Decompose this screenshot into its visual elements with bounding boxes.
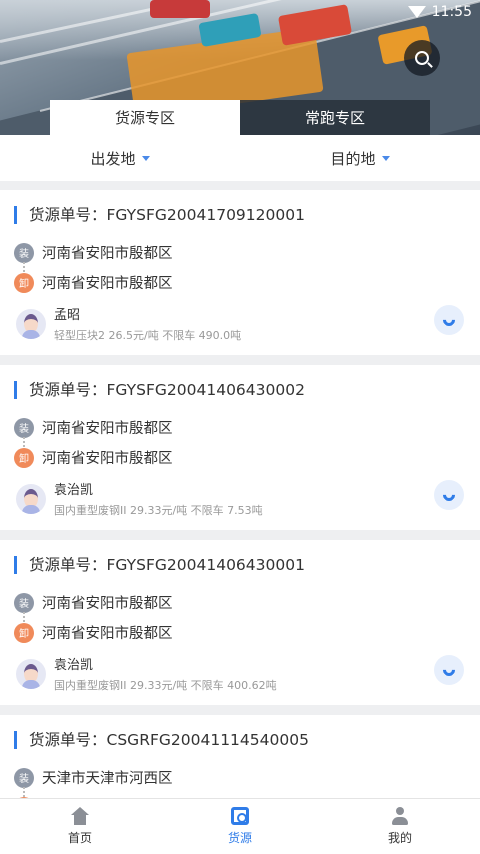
caret-down-icon	[381, 155, 390, 161]
status-time: 11:55	[431, 4, 472, 20]
truck-image	[150, 0, 210, 18]
cargo-list: 货源单号：FGYSFG20041709120001 装 河南省安阳市殷都区 卸 …	[0, 190, 480, 798]
nav-home[interactable]: 首页	[0, 799, 160, 854]
nav-cargo[interactable]: 货源	[160, 799, 320, 854]
tab-regular-route-zone[interactable]: 常跑专区	[240, 100, 430, 135]
unload-address: 卸 河南省安阳市殷都区	[14, 447, 173, 468]
cargo-id: 货源单号：FGYSFG20041709120001	[14, 206, 305, 224]
nav-profile-label: 我的	[387, 831, 412, 845]
load-address-text: 河南省安阳市殷都区	[42, 246, 173, 262]
cargo-id-prefix: 货源单号：	[29, 731, 107, 749]
load-badge: 装	[14, 417, 34, 438]
route-connector	[23, 437, 25, 447]
shipper-name: 孟昭	[54, 308, 81, 323]
unload-address-text: 河南省安阳市殷都区	[42, 626, 173, 642]
cargo-id-prefix: 货源单号：	[29, 556, 107, 574]
tab-cargo-zone[interactable]: 货源专区	[50, 100, 240, 135]
avatar	[16, 308, 46, 339]
route-connector	[23, 262, 25, 272]
unload-badge: 卸	[14, 272, 34, 293]
cargo-id: 货源单号：FGYSFG20041406430002	[14, 381, 305, 399]
origin-filter-label: 出发地	[90, 149, 136, 168]
shipper-name: 袁治凯	[54, 658, 94, 673]
cargo-id-value: FGYSFG20041406430001	[106, 556, 305, 574]
load-badge: 装	[14, 242, 34, 263]
cargo-description: 轻型压块2 26.5元/吨 不限车 490.0吨	[54, 329, 242, 342]
load-address-text: 天津市天津市河西区	[42, 771, 173, 787]
cargo-id-prefix: 货源单号：	[29, 206, 107, 224]
route-connector	[23, 612, 25, 622]
cargo-card[interactable]: 货源单号：FGYSFG20041709120001 装 河南省安阳市殷都区 卸 …	[0, 190, 480, 355]
unload-address-text: 河南省安阳市殷都区	[42, 276, 173, 292]
unload-address: 卸 河南省安阳市殷都区	[14, 622, 173, 643]
profile-icon	[391, 807, 409, 825]
load-address: 装 河南省安阳市殷都区	[14, 242, 173, 263]
cargo-id-prefix: 货源单号：	[29, 381, 107, 399]
cargo-id: 货源单号：CSGRFG20041114540005	[14, 731, 309, 749]
wifi-icon	[407, 6, 426, 18]
load-address: 装 河南省安阳市殷都区	[14, 592, 173, 613]
cargo-icon	[231, 807, 249, 825]
origin-filter[interactable]: 出发地	[0, 135, 240, 181]
search-icon	[415, 51, 429, 65]
cargo-description: 国内重型废钢II 29.33元/吨 不限车 400.62吨	[54, 679, 277, 692]
cargo-card[interactable]: 货源单号：FGYSFG20041406430002 装 河南省安阳市殷都区 卸 …	[0, 365, 480, 530]
shipper-info: 孟昭 轻型压块2 26.5元/吨 不限车 490.0吨	[16, 304, 241, 343]
status-bar: 11:55	[407, 4, 472, 20]
avatar	[16, 483, 46, 514]
unload-address: 卸 河南省安阳市殷都区	[14, 272, 173, 293]
load-badge: 装	[14, 592, 34, 613]
cargo-card[interactable]: 货源单号：FGYSFG20041406430001 装 河南省安阳市殷都区 卸 …	[0, 540, 480, 705]
phone-icon	[440, 486, 458, 504]
call-button[interactable]	[434, 305, 464, 335]
shipper-info: 袁治凯 国内重型废钢II 29.33元/吨 不限车 400.62吨	[16, 654, 277, 693]
caret-down-icon	[141, 155, 150, 161]
cargo-id-value: FGYSFG20041406430002	[106, 381, 305, 399]
shipper-info: 袁治凯 国内重型废钢II 29.33元/吨 不限车 7.53吨	[16, 479, 263, 518]
cargo-id-value: CSGRFG20041114540005	[106, 731, 309, 749]
nav-profile[interactable]: 我的	[320, 799, 480, 854]
unload-badge: 卸	[14, 447, 34, 468]
unload-address-text: 河南省安阳市殷都区	[42, 451, 173, 467]
unload-badge: 卸	[14, 622, 34, 643]
call-button[interactable]	[434, 480, 464, 510]
destination-filter[interactable]: 目的地	[240, 135, 480, 181]
home-icon	[71, 807, 89, 825]
shipper-name: 袁治凯	[54, 483, 94, 498]
phone-icon	[440, 661, 458, 679]
call-button[interactable]	[434, 655, 464, 685]
destination-filter-label: 目的地	[330, 149, 376, 168]
zone-tabs: 货源专区 常跑专区	[50, 100, 430, 135]
cargo-description: 国内重型废钢II 29.33元/吨 不限车 7.53吨	[54, 504, 263, 517]
avatar	[16, 658, 46, 689]
load-badge: 装	[14, 767, 34, 788]
nav-home-label: 首页	[67, 831, 92, 845]
load-address: 装 河南省安阳市殷都区	[14, 417, 173, 438]
bottom-nav: 首页 货源 我的	[0, 798, 480, 854]
load-address: 装 天津市天津市河西区	[14, 767, 173, 788]
cargo-card[interactable]: 货源单号：CSGRFG20041114540005 装 天津市天津市河西区	[0, 715, 480, 798]
route-connector	[23, 787, 25, 797]
load-address-text: 河南省安阳市殷都区	[42, 421, 173, 437]
load-address-text: 河南省安阳市殷都区	[42, 596, 173, 612]
cargo-id-value: FGYSFG20041709120001	[106, 206, 305, 224]
phone-icon	[440, 311, 458, 329]
search-button[interactable]	[404, 40, 440, 76]
nav-cargo-label: 货源	[227, 831, 252, 845]
filter-bar: 出发地 目的地	[0, 135, 480, 181]
cargo-id: 货源单号：FGYSFG20041406430001	[14, 556, 305, 574]
